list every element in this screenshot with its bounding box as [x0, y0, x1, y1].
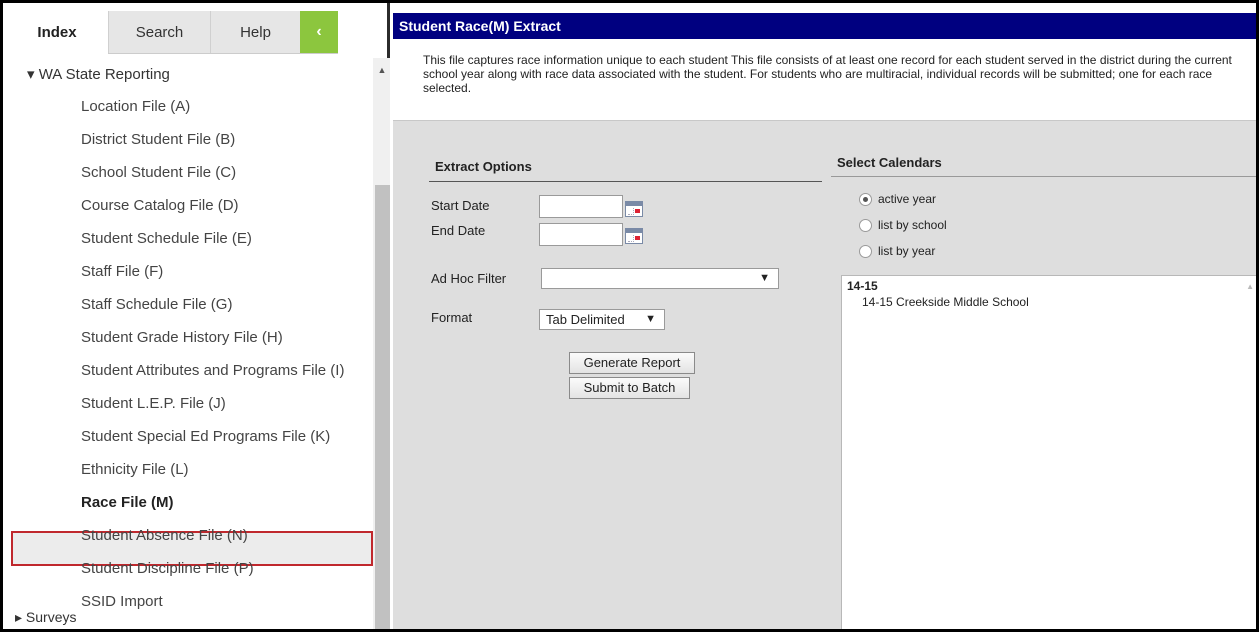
scroll-up-arrow-icon[interactable]: ▲ [1246, 282, 1254, 291]
nav-item-student-discipline-file[interactable]: Student Discipline File (P) [81, 560, 254, 577]
extract-options-divider [429, 181, 822, 182]
start-date-label: Start Date [431, 198, 490, 213]
nav-item-student-attributes-programs-file[interactable]: Student Attributes and Programs File (I) [81, 362, 344, 379]
tab-divider [108, 53, 338, 54]
nav-folder-wa-state-reporting[interactable]: ▾ WA State Reporting [27, 65, 170, 83]
calendar-icon[interactable] [625, 201, 643, 217]
tab-index[interactable]: Index [6, 11, 108, 53]
select-calendars-title: Select Calendars [837, 155, 942, 170]
left-navigation-panel: Index Search Help ‹ ▾ WA State Reporting… [3, 3, 390, 629]
tab-help[interactable]: Help [210, 11, 300, 53]
dropdown-arrow-icon: ▼ [645, 313, 656, 325]
radio-button[interactable] [859, 219, 872, 232]
calendar-year-group[interactable]: 14-15 [847, 279, 878, 293]
tab-search[interactable]: Search [108, 11, 210, 53]
page-description: This file captures race information uniq… [423, 53, 1232, 95]
main-content: Student Race(M) Extract This file captur… [393, 3, 1256, 629]
nav-scrollbar-thumb[interactable] [375, 185, 390, 629]
nav-item-course-catalog-file[interactable]: Course Catalog File (D) [81, 197, 239, 214]
dropdown-arrow-icon: ▼ [759, 272, 770, 284]
nav-item-student-absence-file[interactable]: Student Absence File (N) [81, 527, 248, 544]
select-calendars-divider [831, 176, 1256, 177]
ad-hoc-filter-select[interactable]: ▼ [541, 268, 779, 289]
calendar-icon[interactable] [625, 228, 643, 244]
nav-item-student-lep-file[interactable]: Student L.E.P. File (J) [81, 395, 226, 412]
nav-item-student-grade-history-file[interactable]: Student Grade History File (H) [81, 329, 283, 346]
nav-item-staff-file[interactable]: Staff File (F) [81, 263, 163, 280]
nav-item-race-file[interactable]: Race File (M) [81, 494, 174, 511]
app-window: Index Search Help ‹ ▾ WA State Reporting… [0, 0, 1259, 632]
nav-item-student-special-ed-file[interactable]: Student Special Ed Programs File (K) [81, 428, 330, 445]
radio-button-checked[interactable] [859, 193, 872, 206]
generate-report-button[interactable]: Generate Report [569, 352, 695, 374]
submit-to-batch-button[interactable]: Submit to Batch [569, 377, 690, 399]
ad-hoc-filter-label: Ad Hoc Filter [431, 271, 507, 286]
chevron-left-icon: ‹ [316, 23, 322, 40]
radio-label-list-by-school: list by school [878, 218, 947, 232]
scroll-up-arrow-icon[interactable]: ▲ [375, 63, 389, 77]
collapse-panel-button[interactable]: ‹ [300, 11, 338, 53]
nav-item-ethnicity-file[interactable]: Ethnicity File (L) [81, 461, 189, 478]
format-value: Tab Delimited [546, 312, 625, 327]
nav-folder-surveys[interactable]: ▸ Surveys [15, 609, 77, 626]
radio-button[interactable] [859, 245, 872, 258]
radio-label-list-by-year: list by year [878, 244, 936, 258]
nav-item-school-student-file[interactable]: School Student File (C) [81, 164, 236, 181]
radio-label-active-year: active year [878, 192, 937, 206]
format-select[interactable]: Tab Delimited ▼ [539, 309, 665, 330]
start-date-input[interactable] [539, 195, 623, 218]
tab-bar: Index Search Help ‹ [3, 3, 387, 54]
end-date-label: End Date [431, 223, 486, 238]
nav-item-location-file[interactable]: Location File (A) [81, 98, 190, 115]
calendar-list[interactable]: 14-15 14-15 Creekside Middle School ▲ [841, 275, 1256, 629]
end-date-input[interactable] [539, 223, 623, 246]
nav-item-district-student-file[interactable]: District Student File (B) [81, 131, 235, 148]
nav-item-ssid-import[interactable]: SSID Import [81, 593, 163, 610]
format-label: Format [431, 310, 473, 325]
page-title: Student Race(M) Extract [393, 13, 1256, 39]
calendar-item[interactable]: 14-15 Creekside Middle School [862, 295, 1029, 309]
nav-tree: ▾ WA State Reporting Location File (A) D… [3, 58, 373, 629]
nav-item-student-schedule-file[interactable]: Student Schedule File (E) [81, 230, 252, 247]
extract-options-title: Extract Options [435, 159, 532, 174]
nav-item-staff-schedule-file[interactable]: Staff Schedule File (G) [81, 296, 232, 313]
